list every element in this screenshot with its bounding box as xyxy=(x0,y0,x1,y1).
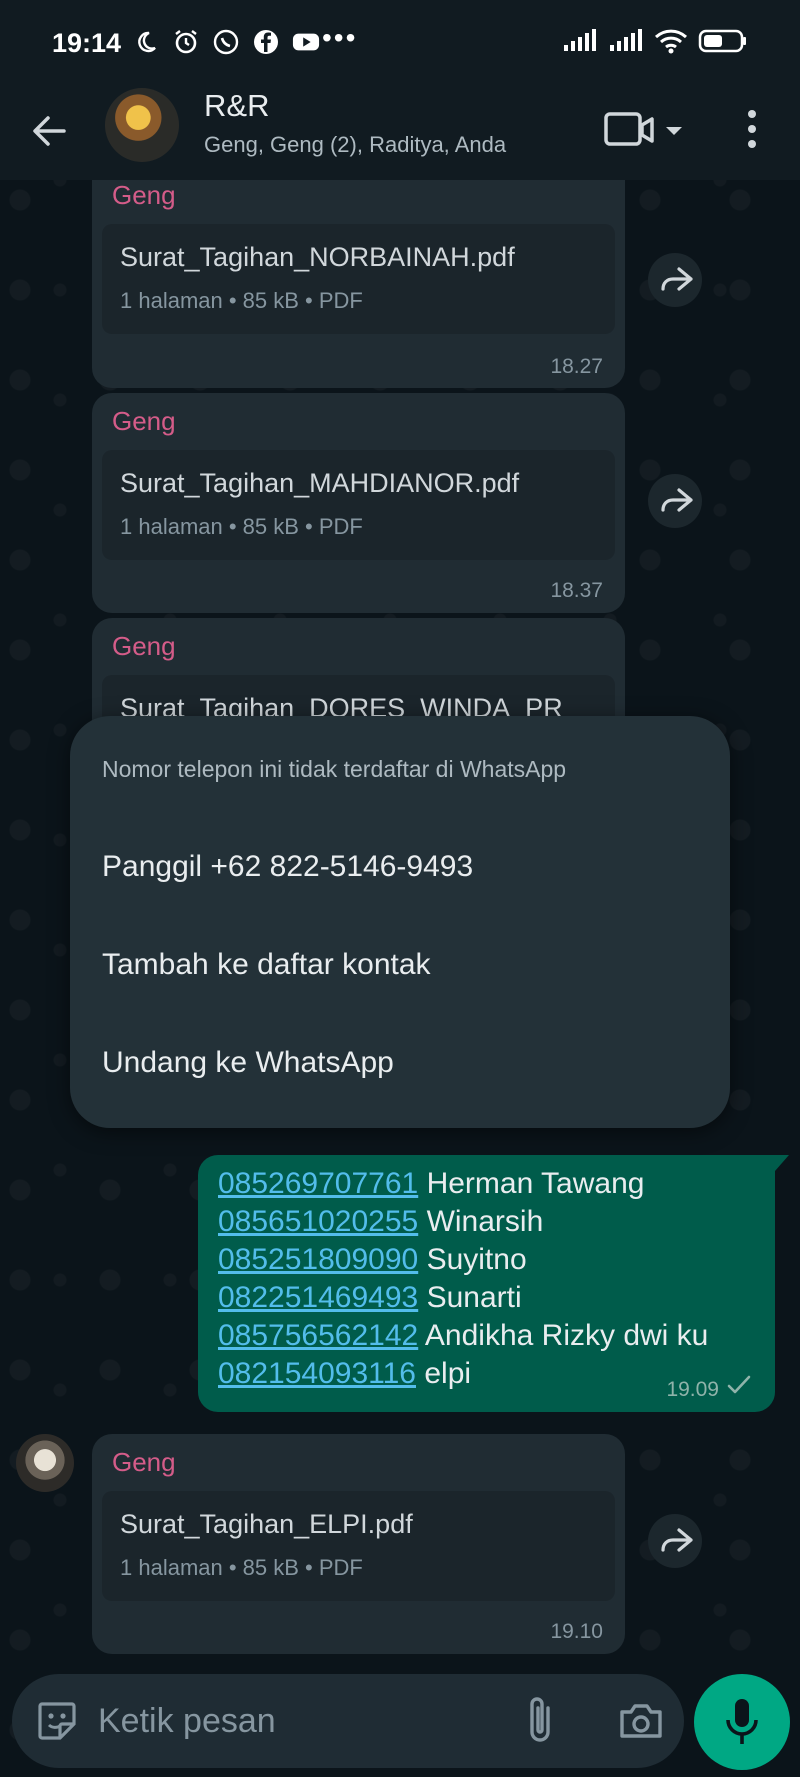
alarm-icon xyxy=(172,28,200,56)
file-meta: 1 halaman • 85 kB • PDF xyxy=(120,1555,363,1580)
microphone-icon xyxy=(726,1699,758,1744)
message-input-bar: Ketik pesan xyxy=(12,1674,684,1768)
back-arrow-icon[interactable] xyxy=(28,106,72,156)
file-meta: 1 halaman • 85 kB • PDF xyxy=(120,514,363,539)
contact-name: Herman Tawang xyxy=(426,1167,645,1200)
sender-name: Geng xyxy=(112,631,176,661)
moon-icon xyxy=(132,28,160,56)
signal-icon-1 xyxy=(564,29,596,51)
signal-icon-2 xyxy=(610,29,642,51)
status-bar: 19:14 ••• xyxy=(0,0,800,88)
file-name: Surat_Tagihan_MAHDIANOR.pdf xyxy=(120,468,520,498)
sticker-icon[interactable] xyxy=(32,1696,82,1746)
message-time: 18.27 xyxy=(550,355,603,378)
more-notifications-icon: ••• xyxy=(322,22,358,53)
contact-name: Andikha Rizky dwi ku xyxy=(424,1319,709,1352)
wifi-icon xyxy=(654,29,688,54)
message-time: 19.09 xyxy=(666,1378,719,1401)
more-options-icon[interactable] xyxy=(742,104,762,154)
document-attachment[interactable]: Surat_Tagihan_NORBAINAH.pdf 1 halaman • … xyxy=(102,224,615,334)
battery-icon xyxy=(698,29,746,53)
add-contact-option[interactable]: Tambah ke daftar kontak xyxy=(102,948,431,982)
status-notification-icons xyxy=(132,28,320,56)
attach-icon[interactable] xyxy=(520,1694,560,1748)
phone-number-dialog: Nomor telepon ini tidak terdaftar di Wha… xyxy=(70,716,730,1128)
sender-name: Geng xyxy=(112,406,176,436)
file-name: Surat_Tagihan_NORBAINAH.pdf xyxy=(120,242,515,272)
phone-link[interactable]: 082154093116 xyxy=(218,1357,416,1390)
forward-button[interactable] xyxy=(648,253,702,307)
phone-link[interactable]: 085756562142 xyxy=(218,1319,418,1352)
group-avatar[interactable] xyxy=(105,88,179,162)
forward-icon xyxy=(661,488,693,512)
outgoing-message-bubble[interactable]: 085269707761 Herman Tawang 085651020255 … xyxy=(198,1155,789,1412)
contact-line: 085756562142 Andikha Rizky dwi ku xyxy=(218,1319,708,1353)
status-system-icons xyxy=(562,28,748,54)
sender-avatar[interactable] xyxy=(16,1434,74,1492)
status-time: 19:14 xyxy=(52,28,122,58)
sender-name: Geng xyxy=(112,180,176,210)
youtube-icon xyxy=(292,28,320,56)
contact-line: 082154093116 elpi xyxy=(218,1357,471,1391)
forward-button[interactable] xyxy=(648,1514,702,1568)
whatsapp-icon xyxy=(212,28,240,56)
message-time: 19.10 xyxy=(550,1620,603,1643)
invite-option[interactable]: Undang ke WhatsApp xyxy=(102,1046,394,1080)
contact-line: 085269707761 Herman Tawang xyxy=(218,1167,644,1201)
phone-link[interactable]: 085251809090 xyxy=(218,1243,418,1276)
phone-link[interactable]: 085269707761 xyxy=(218,1167,418,1200)
sent-tick-icon xyxy=(725,1373,753,1397)
contact-name: Sunarti xyxy=(426,1281,522,1314)
group-members[interactable]: Geng, Geng (2), Raditya, Anda xyxy=(204,132,506,158)
forward-icon xyxy=(661,1528,693,1552)
message-time: 18.37 xyxy=(550,579,603,602)
message-bubble[interactable]: Geng Surat_Tagihan_ELPI.pdf 1 halaman • … xyxy=(92,1434,625,1654)
message-input[interactable]: Ketik pesan xyxy=(98,1702,276,1741)
forward-button[interactable] xyxy=(648,474,702,528)
chat-title[interactable]: R&R xyxy=(204,88,269,124)
document-attachment[interactable]: Surat_Tagihan_MAHDIANOR.pdf 1 halaman • … xyxy=(102,450,615,560)
sender-name: Geng xyxy=(112,1447,176,1477)
file-name: Surat_Tagihan_ELPI.pdf xyxy=(120,1509,413,1539)
chat-header: R&R Geng, Geng (2), Raditya, Anda xyxy=(0,88,800,180)
file-meta: 1 halaman • 85 kB • PDF xyxy=(120,288,363,313)
video-call-button[interactable] xyxy=(604,108,684,152)
phone-link[interactable]: 085651020255 xyxy=(218,1205,418,1238)
contact-line: 085251809090 Suyitno xyxy=(218,1243,527,1277)
contact-line: 085651020255 Winarsih xyxy=(218,1205,543,1239)
phone-link[interactable]: 082251469493 xyxy=(218,1281,418,1314)
message-bubble[interactable]: Geng Surat_Tagihan_MAHDIANOR.pdf 1 halam… xyxy=(92,393,625,613)
message-bubble[interactable]: Geng Surat_Tagihan_NORBAINAH.pdf 1 halam… xyxy=(92,180,625,388)
dialog-message: Nomor telepon ini tidak terdaftar di Wha… xyxy=(102,756,567,782)
call-option[interactable]: Panggil +62 822-5146-9493 xyxy=(102,850,473,884)
document-attachment[interactable]: Surat_Tagihan_ELPI.pdf 1 halaman • 85 kB… xyxy=(102,1491,615,1601)
contact-name: Winarsih xyxy=(426,1205,544,1238)
contact-name: Suyitno xyxy=(426,1243,527,1276)
voice-message-button[interactable] xyxy=(694,1674,790,1770)
forward-icon xyxy=(661,267,693,291)
camera-icon[interactable] xyxy=(616,1696,666,1746)
facebook-icon xyxy=(252,28,280,56)
contact-name: elpi xyxy=(424,1357,472,1390)
contact-line: 082251469493 Sunarti xyxy=(218,1281,522,1315)
